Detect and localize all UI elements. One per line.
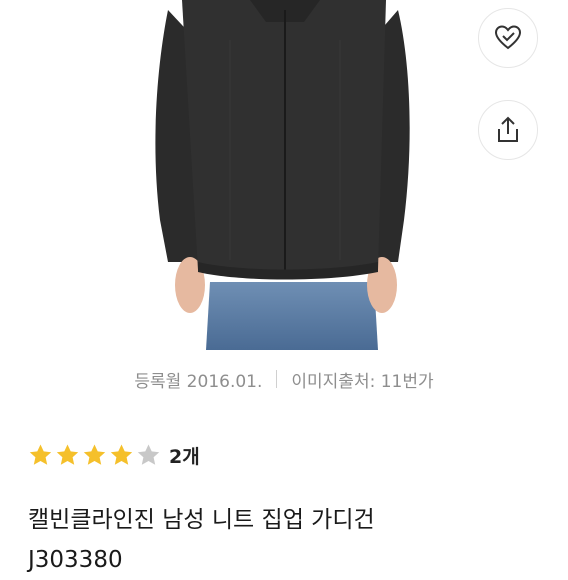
star-rating bbox=[28, 443, 163, 468]
image-source: 이미지출처: 11번가 bbox=[291, 371, 434, 392]
share-icon bbox=[498, 116, 518, 142]
meta-divider bbox=[276, 370, 278, 388]
star-filled-icon bbox=[110, 444, 133, 465]
product-title: 캘빈클라인진 남성 니트 집업 가디건 J303380 bbox=[28, 500, 548, 580]
product-title-line2: J303380 bbox=[28, 547, 123, 573]
rating: 2개 bbox=[28, 440, 200, 470]
like-button[interactable] bbox=[478, 8, 538, 68]
star-filled-icon bbox=[83, 444, 106, 465]
product-meta: 등록월 2016.01. 이미지출처: 11번가 bbox=[0, 364, 568, 394]
registered-date: 등록월 2016.01. bbox=[134, 371, 263, 392]
review-count[interactable]: 2개 bbox=[169, 442, 200, 469]
star-filled-icon bbox=[29, 444, 52, 465]
heart-check-icon bbox=[494, 25, 522, 50]
star-filled-icon bbox=[56, 444, 79, 465]
product-title-line1: 캘빈클라인진 남성 니트 집업 가디건 bbox=[28, 507, 375, 533]
share-button[interactable] bbox=[478, 100, 538, 160]
star-empty-icon bbox=[137, 444, 160, 465]
